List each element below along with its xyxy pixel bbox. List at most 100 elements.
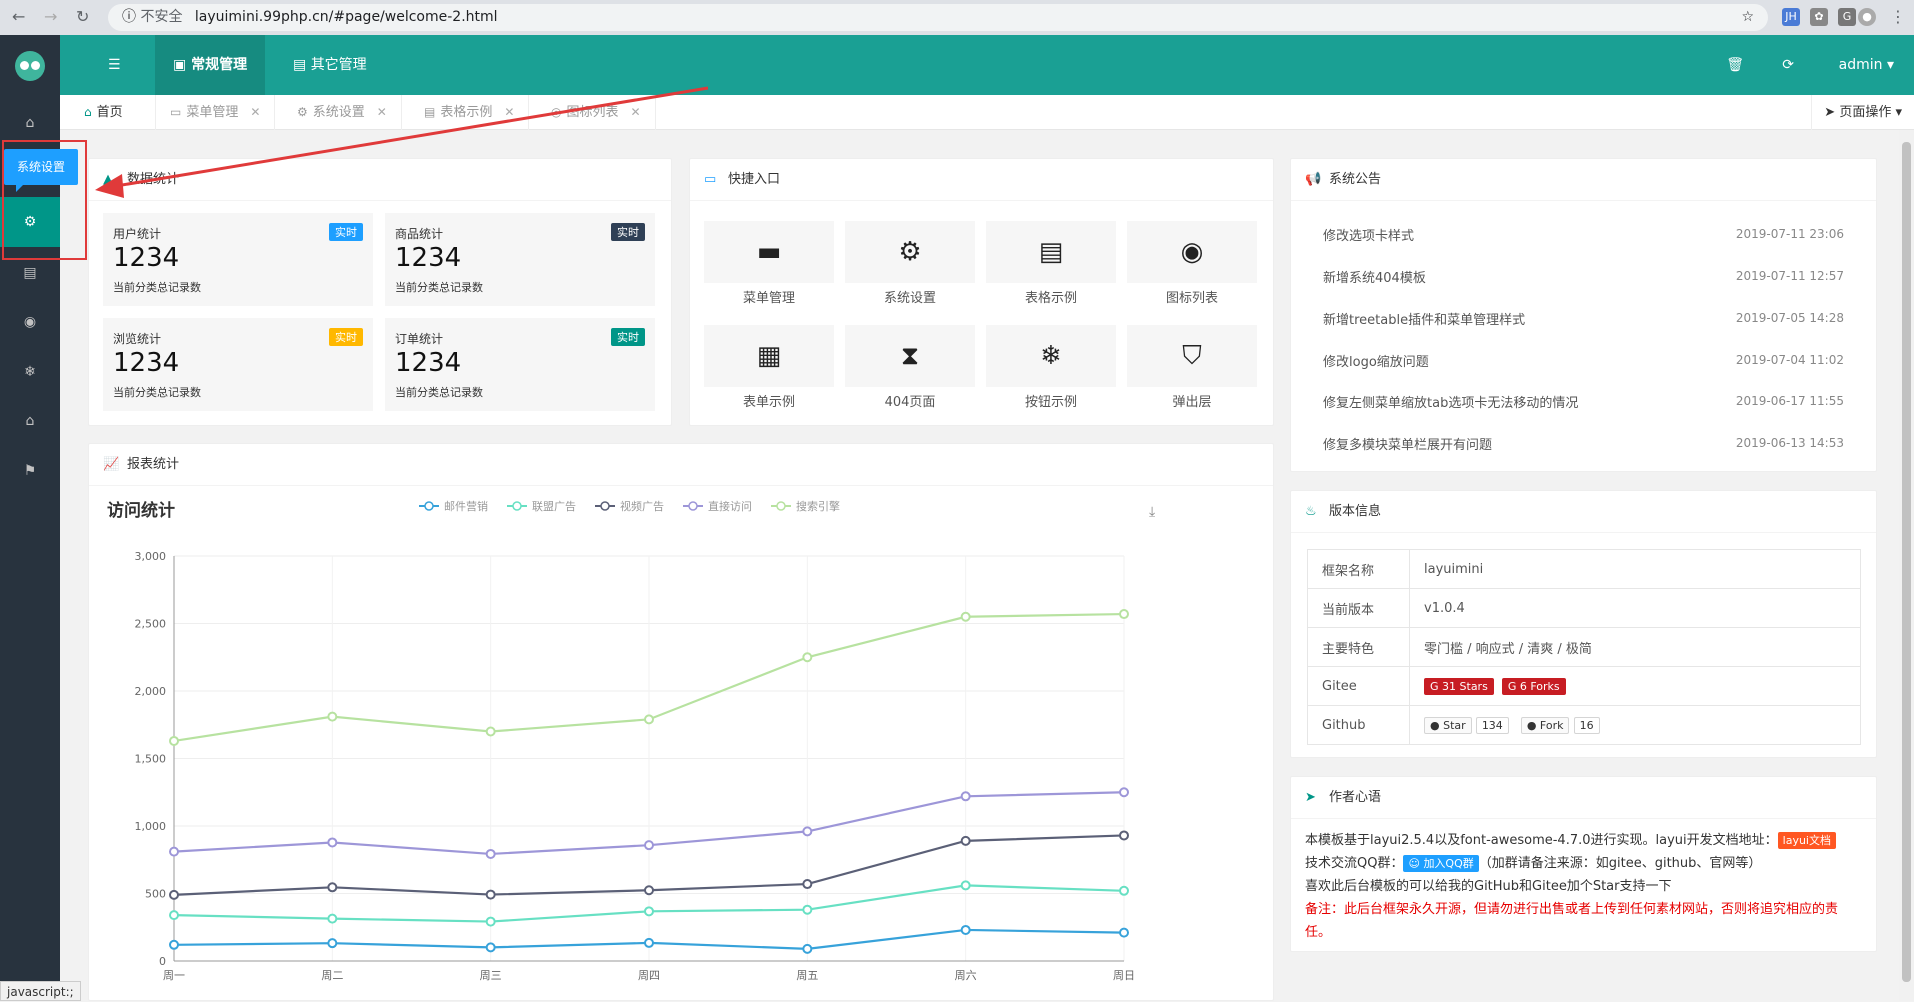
bookmark-star-icon[interactable]: ☆ (1741, 4, 1754, 31)
data-point (1120, 610, 1128, 618)
tab-table[interactable]: ▤表格示例✕ (410, 95, 529, 130)
extension-icon[interactable]: ✿ (1810, 8, 1828, 26)
dot-circle-icon[interactable]: ◉ (0, 297, 60, 347)
github-fork-count[interactable]: 16 (1574, 717, 1600, 734)
header-tab-regular[interactable]: ▣ 常规管理 (155, 35, 265, 95)
github-fork-button[interactable]: ● Fork (1521, 717, 1570, 734)
x-tick-label: 周一 (163, 969, 185, 982)
data-point (170, 737, 178, 745)
x-tick-label: 周四 (638, 969, 660, 982)
status-badge: 实时 (329, 223, 363, 241)
refresh-icon[interactable]: ⟳ (1782, 35, 1794, 95)
top-header: ☰ ▣ 常规管理 ▤ 其它管理 🗑 ⟳ admin ▾ (60, 35, 1914, 95)
data-point (803, 945, 811, 953)
quick-label[interactable]: 图标列表 (1127, 287, 1257, 306)
notice-link[interactable]: 新增系统404模板 (1323, 267, 1426, 286)
quick-label[interactable]: 按钮示例 (986, 391, 1116, 410)
join-qq-button[interactable]: ☺ 加入QQ群 (1403, 855, 1478, 872)
data-point (170, 941, 178, 949)
y-tick-label: 1,000 (135, 820, 167, 833)
github-star-count[interactable]: 134 (1476, 717, 1509, 734)
data-point (962, 837, 970, 845)
g-extension-icon[interactable]: G (1838, 8, 1856, 26)
y-tick-label: 500 (145, 888, 166, 901)
menu-toggle-icon[interactable]: ☰ (90, 35, 139, 95)
x-tick-label: 周三 (480, 969, 502, 982)
forward-icon[interactable]: → (44, 7, 57, 26)
user-menu[interactable]: admin ▾ (1839, 35, 1894, 95)
shield-icon[interactable]: ⛉ (1127, 325, 1257, 387)
quick-label[interactable]: 404页面 (845, 391, 975, 410)
fire-icon: ♨ (1305, 491, 1317, 533)
reload-icon[interactable]: ↻ (76, 7, 89, 26)
home-icon[interactable]: ⌂ (0, 396, 60, 446)
gears-icon[interactable]: ⚙ (845, 221, 975, 283)
info-icon: ⓘ (122, 9, 136, 25)
tab-menu[interactable]: ▭菜单管理✕ (156, 95, 275, 130)
file-text-icon[interactable]: ▤ (986, 221, 1116, 283)
close-icon[interactable]: ✕ (250, 105, 260, 119)
quick-label[interactable]: 表单示例 (704, 391, 834, 410)
snowflake-icon[interactable]: ❄ (986, 325, 1116, 387)
tab-home[interactable]: ⌂首页 (60, 95, 156, 130)
notice-link[interactable]: 修复多模块菜单栏展开有问题 (1323, 434, 1492, 453)
header-tab-other[interactable]: ▤ 其它管理 (275, 35, 385, 95)
notice-link[interactable]: 修改选项卡样式 (1323, 225, 1414, 244)
chart-icon: ▲ (103, 159, 113, 201)
data-point (328, 883, 336, 891)
page-operation-button[interactable]: ➤ 页面操作 ▾ (1811, 95, 1914, 130)
close-icon[interactable]: ✕ (504, 105, 514, 119)
layui-doc-button[interactable]: layui文档 (1778, 832, 1836, 849)
status-badge: 实时 (329, 328, 363, 346)
trash-icon[interactable]: 🗑 (1726, 35, 1744, 95)
jh-extension-icon[interactable]: JH (1782, 8, 1800, 26)
quick-label[interactable]: 弹出层 (1127, 391, 1257, 410)
stat-card-orders: 订单统计 1234 当前分类总记录数 实时 (385, 318, 655, 411)
close-icon[interactable]: ✕ (631, 105, 641, 119)
stat-card-goods: 商品统计 1234 当前分类总记录数 实时 (385, 213, 655, 306)
gitee-forks-badge[interactable]: G 6 Forks (1502, 678, 1566, 695)
paper-plane-icon: ➤ (1305, 777, 1316, 819)
scrollbar-thumb[interactable] (1902, 142, 1911, 982)
status-badge: 实时 (611, 223, 645, 241)
flag-icon[interactable]: ⚑ (0, 446, 60, 496)
legend-label: 视频广告 (620, 499, 664, 513)
annotation-highlight-box (2, 140, 87, 260)
data-point (645, 715, 653, 723)
scrollbar[interactable] (1899, 130, 1914, 1001)
legend-label: 邮件营销 (444, 499, 488, 513)
version-card: ♨版本信息 框架名称layuimini 当前版本v1.0.4 主要特色零门槛 /… (1290, 490, 1877, 758)
stats-card: ▲数据统计 用户统计 1234 当前分类总记录数 实时 商品统计 1234 当前… (88, 158, 672, 426)
browser-menu-icon[interactable]: ⋮ (1890, 7, 1906, 26)
calendar-icon[interactable]: ▦ (704, 325, 834, 387)
github-star-button[interactable]: ● Star (1424, 717, 1472, 734)
card-title: 版本信息 (1329, 504, 1381, 519)
legend-marker (513, 502, 521, 510)
bullhorn-icon: 📢 (1305, 159, 1321, 201)
stat-card-views: 浏览统计 1234 当前分类总记录数 实时 (103, 318, 373, 411)
data-point (487, 728, 495, 736)
data-point (645, 939, 653, 947)
quick-label[interactable]: 系统设置 (845, 287, 975, 306)
address-bar[interactable]: ⓘ 不安全 layuimini.99php.cn/#page/welcome-2… (108, 4, 1768, 31)
notice-link[interactable]: 新增treetable插件和菜单管理样式 (1323, 309, 1525, 328)
data-point (487, 943, 495, 951)
card-title: 数据统计 (127, 172, 179, 187)
logo-icon[interactable] (15, 51, 45, 81)
quick-label[interactable]: 表格示例 (986, 287, 1116, 306)
snowflake-icon[interactable]: ❄ (0, 347, 60, 397)
dot-circle-icon[interactable]: ◉ (1127, 221, 1257, 283)
y-tick-label: 2,500 (135, 618, 167, 631)
profile-icon[interactable]: ● (1858, 8, 1876, 26)
tab-icons[interactable]: ◎图标列表✕ (537, 95, 656, 130)
notice-link[interactable]: 修改logo缩放问题 (1323, 351, 1429, 370)
gitee-stars-badge[interactable]: G 31 Stars (1424, 678, 1494, 695)
report-card: 📈报表统计 访问统计⤓邮件营销联盟广告视频广告直接访问搜索引擎05001,000… (88, 443, 1274, 1001)
quick-label[interactable]: 菜单管理 (704, 287, 834, 306)
window-icon[interactable]: ▬ (704, 221, 834, 283)
hourglass-icon[interactable]: ⧗ (845, 325, 975, 387)
back-icon[interactable]: ← (12, 7, 25, 26)
notice-link[interactable]: 修复左侧菜单缩放tab选项卡无法移动的情况 (1323, 392, 1578, 411)
tab-settings[interactable]: ⚙系统设置✕ (283, 95, 402, 130)
close-icon[interactable]: ✕ (377, 105, 387, 119)
